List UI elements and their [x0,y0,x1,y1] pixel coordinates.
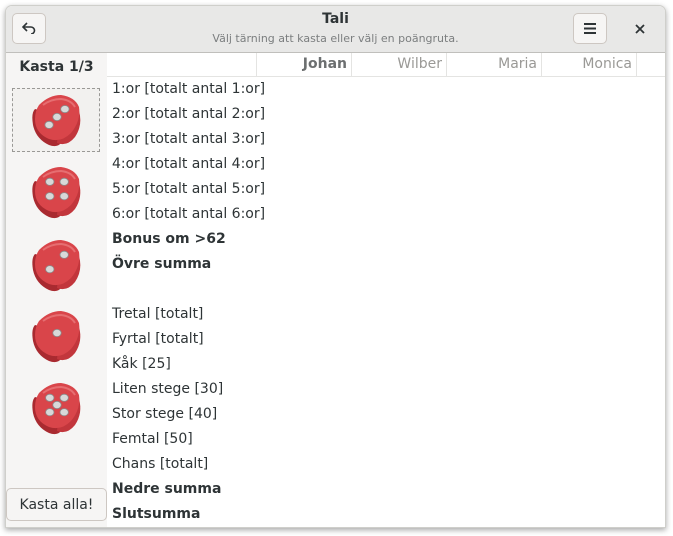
score-row-label[interactable]: Slutsumma [112,506,200,522]
score-row-label[interactable]: Nedre summa [112,481,221,497]
score-row-label[interactable]: Liten stege [30] [112,381,223,397]
score-row-label[interactable]: Femtal [50] [112,431,193,447]
header-bar: Tali Välj tärning att kasta eller välj e… [6,6,665,53]
roll-counter: Kasta 1/3 [19,59,94,75]
score-row-label[interactable]: Kåk [25] [112,356,171,372]
main-menu-button[interactable] [573,13,607,44]
player-header-monica: Monica [541,53,636,77]
score-row-label[interactable]: Fyrtal [totalt] [112,331,204,347]
die-2-button[interactable] [12,160,100,224]
dice-sidebar: Kasta 1/3 Kasta alla! [6,53,107,527]
die-1-button[interactable] [12,88,100,152]
die-2-icon [32,240,81,292]
die-5-icon [32,383,81,435]
die-4-button[interactable] [12,304,100,368]
close-icon [635,19,645,38]
score-row-label[interactable]: Bonus om >62 [112,231,226,247]
score-row-label[interactable]: 6:or [totalt antal 6:or] [112,206,265,222]
score-grid-header-filler [636,53,665,77]
score-row-label[interactable]: Stor stege [40] [112,406,217,422]
die-3-icon [32,95,81,147]
score-row-label[interactable]: Tretal [totalt] [112,306,203,322]
hamburger-menu-icon [584,19,596,38]
score-row-label[interactable]: 5:or [totalt antal 5:or] [112,181,265,197]
score-grid: Johan Wilber Maria Monica 1:or [totalt antal… [107,53,665,527]
score-row-label[interactable]: 4:or [totalt antal 4:or] [112,156,265,172]
window-title: Tali [322,11,349,27]
player-header-johan: Johan [256,53,351,77]
score-row-label[interactable]: 1:or [totalt antal 1:or] [112,81,265,97]
player-header-wilber: Wilber [351,53,446,77]
roll-all-button[interactable]: Kasta alla! [6,488,107,521]
score-grid-corner [107,53,256,77]
score-row-label[interactable]: Chans [totalt] [112,456,208,472]
die-5-button[interactable] [12,376,100,440]
close-button[interactable] [623,13,657,44]
player-header-maria: Maria [446,53,541,77]
score-row-label[interactable]: 2:or [totalt antal 2:or] [112,106,265,122]
window-subtitle: Välj tärning att kasta eller välj en poä… [212,32,459,45]
die-3-button[interactable] [12,233,100,297]
die-4-icon [32,167,81,219]
die-1-icon [32,311,81,363]
score-row-label[interactable]: Övre summa [112,256,211,272]
score-row-label[interactable]: 3:or [totalt antal 3:or] [112,131,265,147]
tali-window: Tali Välj tärning att kasta eller välj e… [5,5,666,528]
